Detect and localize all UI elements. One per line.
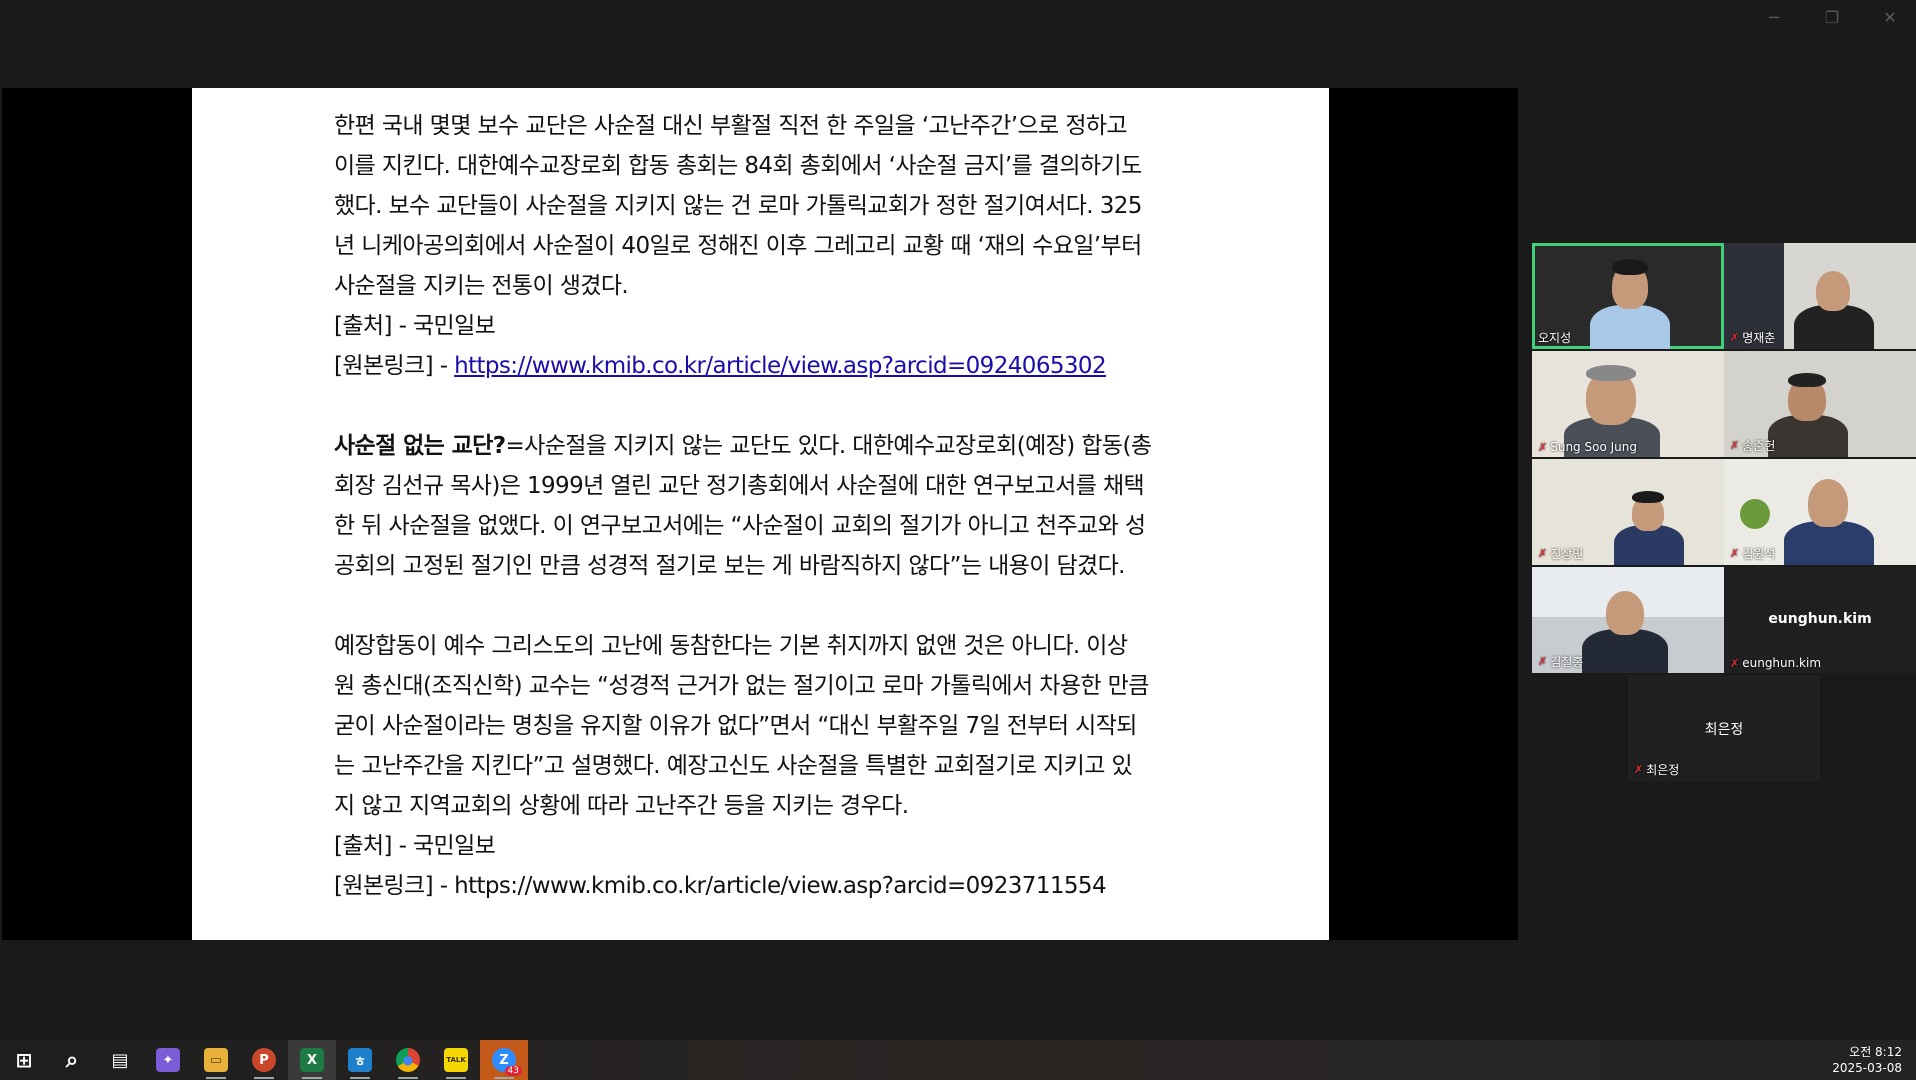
participant-name: 최은정 [1646,763,1680,777]
source-label: [출처] - 국민일보 [334,833,496,859]
minimize-button[interactable]: ─ [1764,8,1784,27]
participant-name: 김철홍 [1550,655,1584,669]
search-icon[interactable]: ⌕ [48,1040,96,1080]
para2-heading: 사순절 없는 교단? [334,433,506,459]
chrome-icon[interactable]: ● [384,1040,432,1080]
para1-line: 했다. 보수 교단들이 사순절을 지키지 않는 건 로마 가톨릭교회가 정한 절… [334,193,1142,219]
participant-name: Sung Soo Jung [1550,440,1637,454]
para2-line: 한 뒤 사순절을 없앴다. 이 연구보고서에는 “사순절이 교회의 절기가 아니… [334,513,1146,539]
source-link-row: [원본링크] - https://www.kmib.co.kr/article/… [334,346,1214,386]
participant-name: 김원석 [1742,547,1776,561]
notification-badge: 43 [504,1066,522,1076]
excel-icon[interactable]: X [288,1040,336,1080]
restore-button[interactable]: ❐ [1822,8,1842,27]
participant-name: 명재춘 [1742,331,1776,345]
source-label: [출처] - 국민일보 [334,313,496,339]
window-controls: ─ ❐ ✕ [1764,8,1900,27]
copilot-icon[interactable]: ✦ [144,1040,192,1080]
task-view-icon[interactable]: ▤ [96,1040,144,1080]
participant-tile[interactable]: ✗ Sung Soo Jung [1532,351,1724,457]
shared-slide: 한편 국내 몇몇 보수 교단은 사순절 대신 부활절 직전 한 주일을 ‘고난주… [192,88,1329,940]
powerpoint-icon[interactable]: P [240,1040,288,1080]
para1-line: 년 니케아공의회에서 사순절이 40일로 정해진 이후 그레고리 교황 때 ‘재… [334,233,1142,259]
article-link[interactable]: https://www.kmib.co.kr/article/view.asp?… [454,353,1106,379]
mic-off-icon: ✗ [1538,440,1548,454]
participant-name: 진상민 [1550,547,1584,561]
para3-line: 지 않고 지역교회의 상황에 따라 고난주간 등을 지키는 경우다. [334,793,909,819]
participant-tile[interactable]: 오지성 [1532,243,1724,349]
participant-tile[interactable]: 최은정 ✗ 최은정 [1628,675,1820,781]
hangul-icon[interactable]: ㅎ [336,1040,384,1080]
mic-off-icon: ✗ [1730,439,1740,452]
participant-tile[interactable]: ✗ 명재춘 [1724,243,1916,349]
kakaotalk-icon[interactable]: TALK [432,1040,480,1080]
mic-off-icon: ✗ [1634,763,1644,776]
para3-line: 는 고난주간을 지킨다”고 설명했다. 예장고신도 사순절을 특별한 교회절기로… [334,753,1133,779]
mic-off-icon: ✗ [1538,655,1548,668]
participant-tile[interactable]: ✗ 김철홍 [1532,567,1724,673]
close-button[interactable]: ✕ [1880,8,1900,27]
mic-off-icon: ✗ [1730,331,1740,344]
zoom-icon[interactable]: Z 43 [480,1040,528,1080]
participant-name: 송준헌 [1742,439,1776,453]
participant-display-name: 최은정 [1704,722,1744,738]
para3-line: 예장합동이 예수 그리스도의 고난에 동참한다는 기본 취지까지 없앤 것은 아… [334,633,1128,659]
link-label: [원본링크] - [334,353,455,379]
para1-line: 사순절을 지키는 전통이 생겼다. [334,273,629,299]
para1-line: 이를 지킨다. 대한예수교장로회 합동 총회는 84회 총회에서 ‘사순절 금지… [334,153,1142,179]
mic-off-icon: ✗ [1730,547,1740,560]
para2-line: 공회의 고정된 절기인 만큼 성경적 절기로 보는 게 바람직하지 않다”는 내… [334,553,1125,579]
participant-tile[interactable]: ✗ 송준헌 [1724,351,1916,457]
windows-start-icon[interactable]: ⊞ [0,1040,48,1080]
file-explorer-icon[interactable]: ▭ [192,1040,240,1080]
participant-tile[interactable]: ✗ 김원석 [1724,459,1916,565]
participant-tile[interactable]: eunghun.kim ✗ eunghun.kim [1724,567,1916,673]
system-clock[interactable]: 오전 8:12 2025-03-08 [1832,1044,1902,1076]
source-link-plain: [원본링크] - https://www.kmib.co.kr/article/… [334,873,1107,899]
participant-name: eunghun.kim [1742,656,1822,670]
clock-time: 오전 8:12 [1849,1045,1902,1059]
para3-line: 굳이 사순절이라는 명칭을 유지할 이유가 없다”면서 “대신 부활주일 7일 … [334,713,1137,739]
para1-line: 한편 국내 몇몇 보수 교단은 사순절 대신 부활절 직전 한 주일을 ‘고난주… [334,113,1128,139]
slide-text: 한편 국내 몇몇 보수 교단은 사순절 대신 부활절 직전 한 주일을 ‘고난주… [334,106,1214,906]
para3-line: 원 총신대(조직신학) 교수는 “성경적 근거가 없는 절기이고 로마 가톨릭에… [334,673,1149,699]
participant-tile[interactable]: ✗ 진상민 [1532,459,1724,565]
screen-share-area: 한편 국내 몇몇 보수 교단은 사순절 대신 부활절 직전 한 주일을 ‘고난주… [2,88,1518,940]
mic-off-icon: ✗ [1538,547,1548,560]
para2-line: 회장 김선규 목사)은 1999년 열린 교단 정기총회에서 사순절에 대한 연… [334,473,1145,499]
participant-display-name: eunghun.kim [1768,611,1872,627]
clock-date: 2025-03-08 [1832,1061,1902,1075]
taskbar: ⊞ ⌕ ▤ ✦ ▭ P X ㅎ ● TALK Z 43 오전 8:12 2025-… [0,1040,1916,1080]
participant-name: 오지성 [1538,331,1572,345]
para2-line: 사순절 없는 교단?=사순절을 지키지 않는 교단도 있다. 대한예수교장로회(… [334,433,1152,459]
mic-off-icon: ✗ [1730,656,1740,670]
